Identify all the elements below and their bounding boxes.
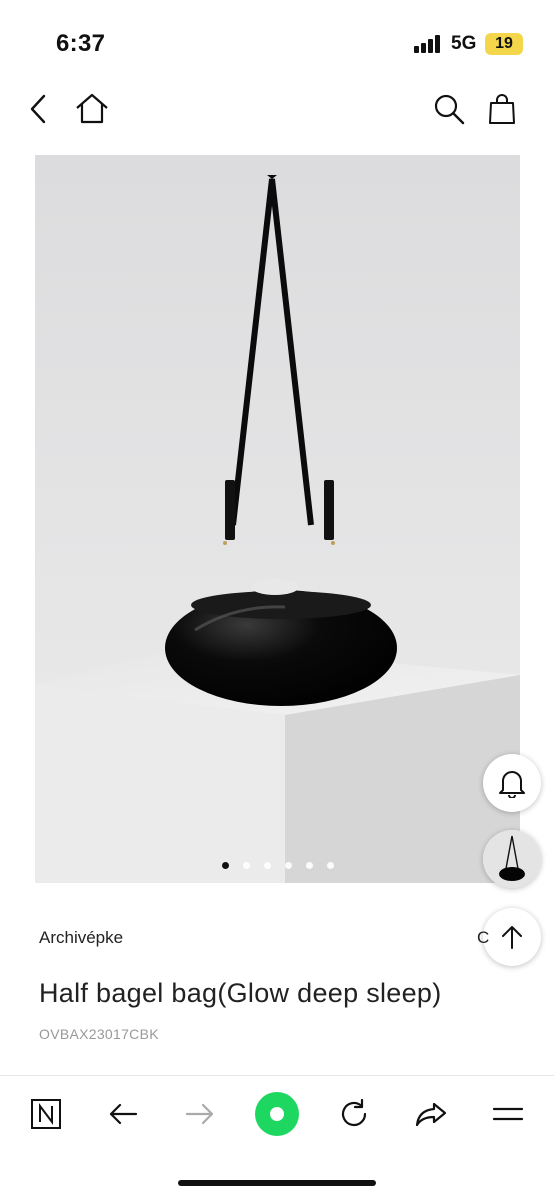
- n-logo-icon: [31, 1099, 61, 1129]
- search-button[interactable]: [427, 87, 471, 131]
- home-icon: [76, 93, 108, 124]
- back-button[interactable]: [16, 87, 60, 131]
- carousel-dot[interactable]: [326, 862, 334, 869]
- carousel-dot[interactable]: [221, 862, 229, 869]
- product-title: Half bagel bag(Glow deep sleep): [39, 978, 442, 1008]
- nav-header: [0, 80, 554, 140]
- green-circle-icon: [255, 1092, 299, 1136]
- black-glossy-handbag-image: [35, 155, 520, 883]
- notification-button[interactable]: [483, 754, 541, 812]
- chevron-left-icon: [30, 94, 46, 124]
- carousel-indicator: [35, 862, 520, 869]
- status-time: 6:37: [56, 30, 106, 57]
- arrow-up-icon: [502, 926, 522, 949]
- share-icon: [415, 1102, 447, 1127]
- network-type: 5G: [451, 33, 477, 54]
- product-image[interactable]: [35, 155, 520, 883]
- carousel-dot[interactable]: [284, 862, 292, 869]
- naver-home-button[interactable]: [22, 1090, 70, 1138]
- home-button[interactable]: [70, 87, 114, 131]
- scroll-top-button[interactable]: [483, 908, 541, 966]
- reload-button[interactable]: [330, 1090, 378, 1138]
- status-bar: 6:37 5G 19: [0, 0, 554, 80]
- brand-name[interactable]: Archivépke: [39, 928, 123, 948]
- home-indicator: [178, 1180, 376, 1186]
- back-nav-button[interactable]: [99, 1090, 147, 1138]
- thumbnail-button[interactable]: [483, 830, 541, 888]
- reload-icon: [341, 1098, 367, 1127]
- bell-icon: [499, 771, 525, 798]
- signal-icon: [414, 35, 442, 53]
- menu-button[interactable]: [484, 1090, 532, 1138]
- share-button[interactable]: [407, 1090, 455, 1138]
- menu-icon: [492, 1107, 524, 1121]
- arrow-right-icon: [185, 1103, 214, 1125]
- carousel-dot[interactable]: [305, 862, 313, 869]
- thumbnail-image: [483, 830, 541, 888]
- product-code: OVBAX23017CBK: [39, 1026, 159, 1042]
- arrow-left-icon: [109, 1103, 138, 1125]
- carousel-dot[interactable]: [263, 862, 271, 869]
- cart-button[interactable]: [480, 87, 524, 131]
- shopping-bag-icon: [489, 94, 515, 124]
- battery-level: 19: [485, 33, 523, 55]
- search-icon: [434, 94, 465, 125]
- green-dot-button[interactable]: [253, 1090, 301, 1138]
- partial-text: C: [477, 928, 490, 947]
- carousel-dot[interactable]: [242, 862, 250, 869]
- forward-nav-button[interactable]: [176, 1090, 224, 1138]
